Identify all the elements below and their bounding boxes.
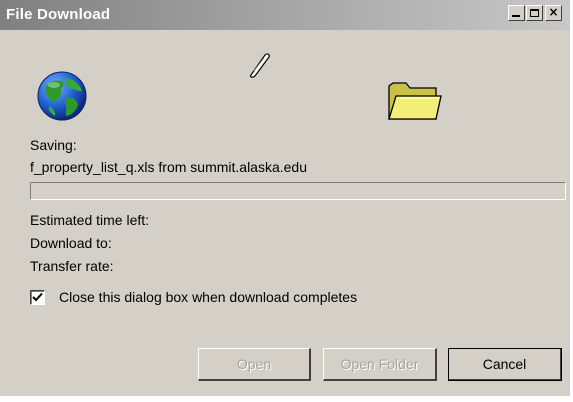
title-bar[interactable]: File Download × [0,0,570,30]
minimize-button[interactable] [508,5,525,21]
close-icon: × [548,5,559,19]
saving-label: Saving: [30,137,77,153]
transfer-rate-label: Transfer rate: [30,258,114,274]
saving-filename: f_property_list_q.xls from summit.alaska… [30,159,307,175]
maximize-icon [530,9,539,17]
estimated-time-left-label: Estimated time left: [30,212,150,228]
download-to-label: Download to: [30,235,112,251]
minimize-icon [512,15,520,17]
open-button[interactable]: Open [198,348,311,381]
flying-paper-icon [249,53,270,78]
folder-icon [388,82,442,120]
open-folder-button[interactable]: Open Folder [323,348,437,381]
cancel-button[interactable]: Cancel [448,348,562,381]
maximize-button[interactable] [526,5,543,21]
close-when-done-checkbox[interactable] [30,290,45,305]
window-title: File Download [6,6,111,23]
globe-icon [37,71,87,121]
close-button[interactable]: × [545,5,562,21]
close-when-done-label[interactable]: Close this dialog box when download comp… [59,289,357,305]
file-download-dialog: File Download × Saving: f_property_list_… [0,0,573,402]
download-progress-bar [30,182,566,200]
checkmark-icon [32,292,43,302]
